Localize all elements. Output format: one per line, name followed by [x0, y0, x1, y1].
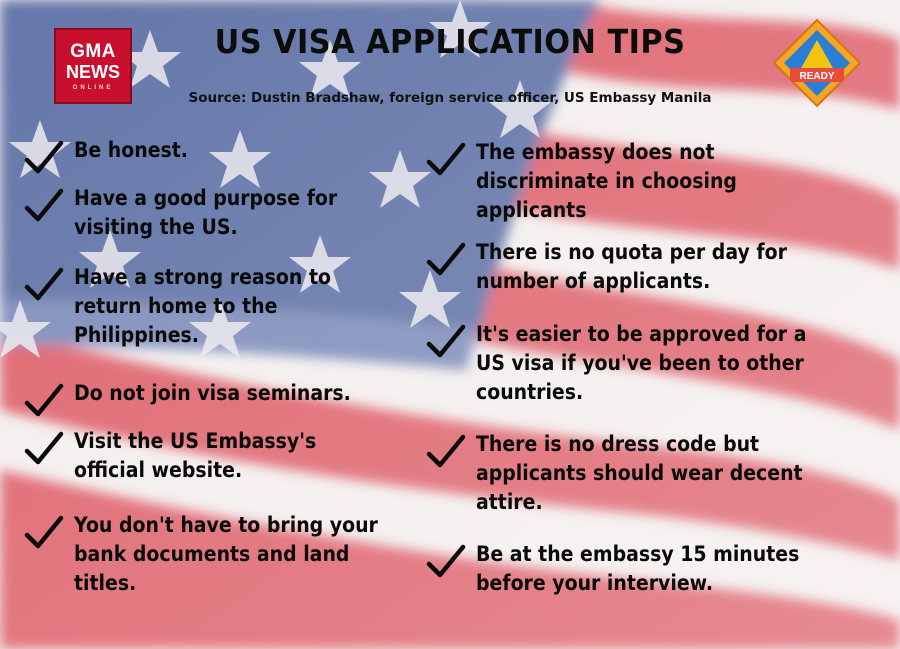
checkmark-icon [426, 434, 466, 468]
checkmark-icon [24, 267, 64, 301]
tip-text: Be honest. [74, 138, 188, 162]
tip-text: The embassy does not discriminate in cho… [476, 140, 737, 222]
tip-item: There is no quota per day for number of … [426, 238, 846, 296]
tip-item: You don't have to bring your bank docume… [24, 511, 444, 598]
checkmark-icon [24, 383, 64, 417]
tip-item: It's easier to be approved for a US visa… [426, 320, 846, 407]
tip-item: Do not join visa seminars. [24, 379, 444, 419]
checkmark-icon [24, 431, 64, 465]
page-title: US VISA APPLICATION TIPS [214, 22, 686, 61]
checkmark-icon [24, 188, 64, 222]
tip-item: There is no dress code but applicants sh… [426, 430, 846, 517]
logo-text-news: NEWS [66, 61, 120, 82]
ready-logo-label: READY [799, 71, 834, 82]
checkmark-icon [426, 544, 466, 578]
tip-item: Have a strong reason to return home to t… [24, 263, 444, 350]
checkmark-icon [426, 324, 466, 358]
tip-text: Do not join visa seminars. [74, 381, 351, 405]
tip-text: Have a strong reason to return home to t… [74, 265, 331, 347]
tip-text: There is no quota per day for number of … [476, 240, 787, 293]
checkmark-icon [426, 242, 466, 276]
source-credit: Source: Dustin Bradshaw, foreign service… [188, 90, 712, 106]
checkmark-icon [24, 140, 64, 174]
checkmark-icon [426, 142, 466, 176]
infographic: GMA NEWS ONLINE READY US VISA APPLICATIO… [0, 0, 900, 649]
tip-text: There is no dress code but applicants sh… [476, 432, 803, 514]
tip-text: Visit the US Embassy's official website. [74, 429, 317, 482]
checkmark-icon [24, 515, 64, 549]
tip-item: Be honest. [24, 136, 444, 176]
tip-text: Be at the embassy 15 minutes before your… [476, 542, 800, 595]
tip-text: Have a good purpose for visiting the US. [74, 186, 338, 239]
tip-text: You don't have to bring your bank docume… [74, 513, 378, 595]
tip-item: The embassy does not discriminate in cho… [426, 138, 846, 225]
tip-item: Visit the US Embassy's official website. [24, 427, 444, 485]
tip-text: It's easier to be approved for a US visa… [476, 322, 807, 404]
tip-item: Have a good purpose for visiting the US. [24, 184, 444, 242]
tip-item: Be at the embassy 15 minutes before your… [426, 540, 846, 598]
